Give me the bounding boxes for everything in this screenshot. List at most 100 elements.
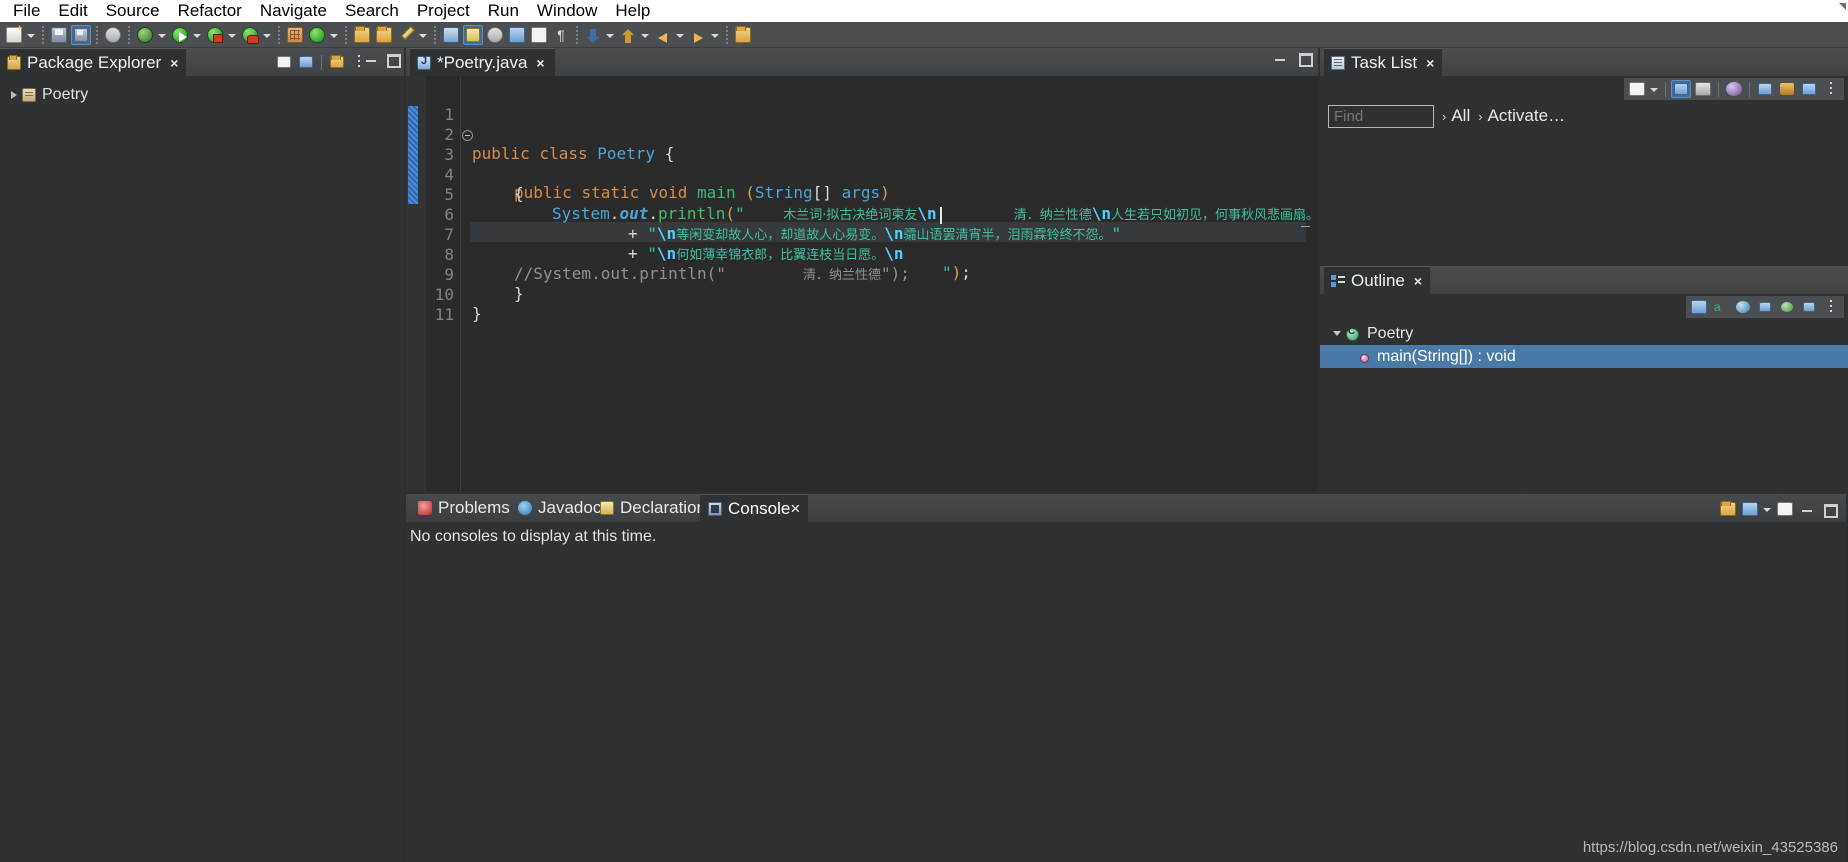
minimize-icon[interactable] bbox=[1797, 500, 1817, 518]
menu-item-source[interactable]: Source bbox=[97, 0, 169, 22]
chevron-down-icon[interactable] bbox=[1649, 79, 1660, 99]
view-menu-icon[interactable] bbox=[1821, 80, 1841, 98]
menu-item-run[interactable]: Run bbox=[479, 0, 528, 22]
hide-fields-icon[interactable] bbox=[1733, 298, 1753, 316]
down-arrow-icon[interactable] bbox=[583, 25, 603, 45]
tab-console[interactable]: Console × bbox=[700, 494, 809, 522]
occurrence-icon[interactable] bbox=[441, 25, 461, 45]
new-task-icon[interactable] bbox=[1627, 80, 1647, 98]
menu-item-navigate[interactable]: Navigate bbox=[251, 0, 336, 22]
focus-on-workweek-icon[interactable] bbox=[1777, 80, 1797, 98]
collapse-all-icon[interactable] bbox=[274, 53, 294, 71]
arrow-left-icon[interactable] bbox=[653, 25, 673, 45]
paragraph-icon[interactable]: ¶ bbox=[551, 25, 571, 45]
debug-bug-icon[interactable] bbox=[135, 25, 155, 45]
chevron-down-icon[interactable] bbox=[1330, 327, 1344, 341]
chevron-down-icon[interactable] bbox=[1762, 499, 1773, 519]
outline-row-main-method[interactable]: main(String[]) : void bbox=[1320, 345, 1848, 368]
sort-icon[interactable]: a bbox=[1711, 298, 1731, 316]
synchronize-icon[interactable] bbox=[1724, 80, 1744, 98]
find-input[interactable] bbox=[1328, 104, 1434, 128]
save-all-icon[interactable] bbox=[71, 24, 91, 45]
maximize-icon[interactable] bbox=[1298, 52, 1313, 67]
run-play-icon[interactable] bbox=[170, 25, 190, 45]
menu-item-window[interactable]: Window bbox=[528, 0, 606, 22]
up-arrow-icon[interactable] bbox=[618, 25, 638, 45]
maximize-icon[interactable] bbox=[1819, 500, 1839, 518]
chevron-right-icon[interactable] bbox=[6, 87, 22, 103]
chevron-down-icon[interactable] bbox=[329, 25, 340, 45]
display-selected-console-icon[interactable] bbox=[1740, 500, 1760, 518]
open-console-icon[interactable] bbox=[1718, 500, 1738, 518]
collapse-all-icon[interactable] bbox=[1799, 80, 1819, 98]
filter-all-link[interactable]: All bbox=[1451, 106, 1470, 126]
chevron-down-icon[interactable] bbox=[26, 25, 37, 45]
tab-task-list[interactable]: Task List × bbox=[1324, 48, 1443, 76]
folder-icon[interactable] bbox=[374, 25, 394, 45]
collapse-icon[interactable] bbox=[462, 130, 473, 141]
minimize-icon[interactable] bbox=[365, 53, 377, 65]
chevron-down-icon[interactable] bbox=[640, 25, 651, 45]
chevron-down-icon[interactable] bbox=[157, 25, 168, 45]
chevron-down-icon[interactable] bbox=[675, 25, 686, 45]
link-with-editor-icon[interactable] bbox=[296, 53, 316, 71]
search-icon[interactable] bbox=[485, 25, 505, 45]
chevron-down-icon[interactable] bbox=[262, 25, 273, 45]
categorized-presentation-icon[interactable] bbox=[1671, 80, 1691, 98]
menu-item-search[interactable]: Search bbox=[336, 0, 408, 22]
maximize-icon[interactable] bbox=[386, 53, 401, 68]
filter-activate-link[interactable]: Activate… bbox=[1488, 106, 1565, 126]
close-icon[interactable]: × bbox=[1426, 55, 1434, 71]
chevron-down-icon[interactable] bbox=[192, 25, 203, 45]
menu-item-refactor[interactable]: Refactor bbox=[169, 0, 251, 22]
tab-problems[interactable]: Problems bbox=[410, 494, 518, 522]
outline-row-poetry[interactable]: Poetry bbox=[1320, 322, 1848, 345]
package-explorer-view: Package Explorer × Poetry bbox=[0, 48, 404, 862]
pin-icon[interactable] bbox=[733, 25, 753, 45]
new-class-icon[interactable] bbox=[307, 25, 327, 45]
breakpoint-skip-icon[interactable] bbox=[103, 25, 123, 45]
menu-item-file[interactable]: File bbox=[4, 0, 49, 22]
tab-package-explorer[interactable]: Package Explorer × bbox=[0, 48, 187, 76]
next-annotation-icon[interactable] bbox=[507, 25, 527, 45]
arrow-right-icon[interactable] bbox=[688, 25, 708, 45]
highlight-brush-icon[interactable] bbox=[463, 24, 483, 45]
menu-item-help[interactable]: Help bbox=[606, 0, 659, 22]
menu-item-edit[interactable]: Edit bbox=[49, 0, 96, 22]
chevron-down-icon[interactable] bbox=[418, 25, 429, 45]
tree-item-poetry[interactable]: Poetry bbox=[0, 84, 404, 106]
scheduled-presentation-icon[interactable] bbox=[1693, 80, 1713, 98]
minimize-icon[interactable] bbox=[1274, 52, 1286, 64]
hide-static-icon[interactable] bbox=[1755, 298, 1775, 316]
new-document-icon[interactable] bbox=[4, 25, 24, 45]
tab-label: *Poetry.java bbox=[437, 52, 528, 72]
grid-icon[interactable] bbox=[285, 25, 305, 45]
close-icon[interactable]: × bbox=[170, 55, 178, 71]
new-console-view-icon[interactable] bbox=[1775, 500, 1795, 518]
collapse-all-icon[interactable] bbox=[1689, 298, 1709, 316]
pencil-icon[interactable] bbox=[396, 25, 416, 45]
chevron-right-icon: › bbox=[1478, 108, 1483, 124]
coverage-icon[interactable] bbox=[240, 25, 260, 45]
close-icon[interactable]: × bbox=[536, 55, 544, 71]
tab-declaration[interactable]: Declaration bbox=[592, 494, 714, 522]
chevron-down-icon[interactable] bbox=[710, 25, 721, 45]
console-output[interactable]: No consoles to display at this time. bbox=[406, 522, 1846, 862]
tab-poetry-java[interactable]: *Poetry.java × bbox=[410, 48, 555, 76]
run-server-icon[interactable] bbox=[205, 25, 225, 45]
open-folder-icon[interactable] bbox=[352, 25, 372, 45]
code-canvas[interactable]: 1 2 public class Poetry { 3 public stati… bbox=[406, 76, 1318, 491]
close-icon[interactable]: × bbox=[790, 499, 800, 519]
hide-nonpublic-icon[interactable] bbox=[1777, 298, 1797, 316]
close-icon[interactable]: × bbox=[1414, 273, 1422, 289]
filter-icon[interactable] bbox=[1755, 80, 1775, 98]
chevron-down-icon[interactable] bbox=[227, 25, 238, 45]
chevron-down-icon[interactable] bbox=[605, 25, 616, 45]
view-menu-icon[interactable] bbox=[1821, 298, 1841, 316]
view-menu-icon[interactable] bbox=[327, 53, 347, 71]
previous-annotation-icon[interactable] bbox=[529, 25, 549, 45]
hide-local-types-icon[interactable] bbox=[1799, 298, 1819, 316]
tab-outline[interactable]: Outline × bbox=[1324, 266, 1431, 294]
menu-item-project[interactable]: Project bbox=[408, 0, 479, 22]
save-icon[interactable] bbox=[49, 25, 69, 45]
